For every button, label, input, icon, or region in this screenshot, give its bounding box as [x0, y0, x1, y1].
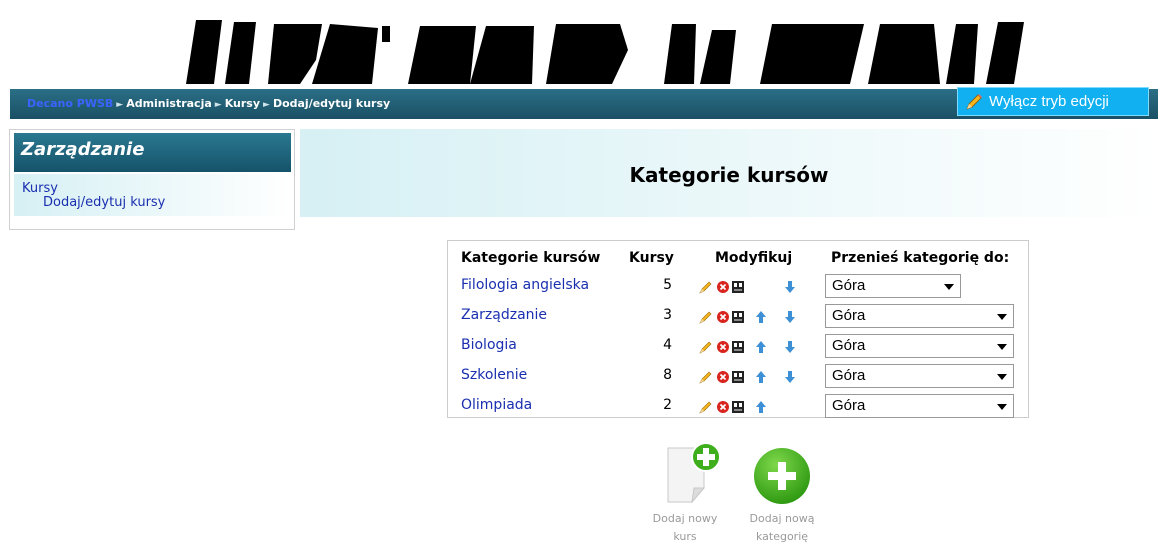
move-category-value: Góra	[832, 337, 866, 354]
move-category-select[interactable]: Góra	[825, 394, 1014, 418]
admin-block-body: Kursy Dodaj/edytuj kursy	[14, 174, 291, 216]
breadcrumb: Decano PWSB ► Administracja ► Kursy ► Dodaj/ed…	[27, 97, 390, 110]
column-header-category: Kategorie kursów	[461, 250, 601, 266]
admin-block-title: Zarządzanie	[21, 139, 145, 160]
table-row: Biologia 4 Góra	[448, 332, 1028, 362]
edit-pencil-icon[interactable]	[699, 340, 713, 354]
hide-icon[interactable]	[731, 340, 745, 354]
table-row: Szkolenie 8 Góra	[448, 362, 1028, 392]
add-course-caption-line1: Dodaj nowy	[652, 512, 718, 525]
add-category-caption[interactable]: Dodaj nową kategorię	[742, 510, 822, 546]
course-count: 8	[663, 367, 672, 383]
admin-block-header: Zarządzanie	[14, 133, 291, 172]
move-down-icon[interactable]	[783, 370, 797, 384]
table-row: Olimpiada 2 Góra	[448, 392, 1028, 422]
sidebar-item-add-edit-courses[interactable]: Dodaj/edytuj kursy	[43, 195, 165, 210]
move-category-select[interactable]: Góra	[825, 364, 1014, 388]
move-up-icon[interactable]	[754, 310, 768, 324]
add-course-caption-line2: kurs	[673, 530, 697, 543]
chevron-down-icon	[997, 314, 1007, 320]
move-down-icon[interactable]	[783, 280, 797, 294]
breadcrumb-item-kursy[interactable]: Kursy	[225, 97, 260, 110]
admin-block: Zarządzanie Kursy Dodaj/edytuj kursy	[9, 129, 295, 230]
breadcrumb-separator: ►	[214, 100, 222, 110]
table-row: Zarządzanie 3 Góra	[448, 302, 1028, 332]
course-count: 5	[663, 277, 672, 293]
sidebar-item-kursy[interactable]: Kursy	[22, 181, 58, 196]
delete-icon[interactable]	[716, 280, 730, 294]
add-category-caption-line2: kategorię	[755, 530, 809, 543]
move-up-icon[interactable]	[754, 400, 768, 414]
edit-pencil-icon[interactable]	[699, 370, 713, 384]
chevron-down-icon	[944, 284, 954, 290]
move-up-icon[interactable]	[754, 340, 768, 354]
move-down-icon[interactable]	[783, 310, 797, 324]
pencil-icon	[966, 93, 982, 110]
breadcrumb-home-link[interactable]: Decano PWSB	[27, 97, 113, 110]
breadcrumb-item-administracja[interactable]: Administracja	[126, 97, 212, 110]
breadcrumb-separator: ►	[263, 100, 270, 110]
turn-off-editing-button[interactable]: Wyłącz tryb edycji	[957, 87, 1149, 116]
hide-icon[interactable]	[731, 280, 745, 294]
add-category-icon[interactable]	[752, 446, 812, 506]
edit-pencil-icon[interactable]	[699, 280, 713, 294]
hide-icon[interactable]	[731, 400, 745, 414]
column-header-move: Przenieś kategorię do:	[831, 250, 1010, 266]
hide-icon[interactable]	[731, 310, 745, 324]
add-course-icon[interactable]	[664, 440, 722, 506]
page-title: Kategorie kursów	[629, 163, 829, 187]
move-category-value: Góra	[832, 307, 866, 324]
delete-icon[interactable]	[716, 310, 730, 324]
turn-off-editing-label: Wyłącz tryb edycji	[989, 93, 1109, 110]
move-category-select[interactable]: Góra	[825, 274, 961, 298]
edit-pencil-icon[interactable]	[699, 310, 713, 324]
move-category-value: Góra	[832, 367, 866, 384]
table-row: Filologia angielska 5 Góra	[448, 272, 1028, 302]
course-count: 2	[663, 397, 672, 413]
category-link[interactable]: Filologia angielska	[461, 277, 589, 293]
move-category-select[interactable]: Góra	[825, 304, 1014, 328]
main-heading-area: Kategorie kursów	[300, 129, 1158, 217]
add-category-caption-line1: Dodaj nową	[749, 512, 815, 525]
edit-pencil-icon[interactable]	[699, 400, 713, 414]
hide-icon[interactable]	[731, 370, 745, 384]
move-down-icon[interactable]	[783, 340, 797, 354]
move-category-value: Góra	[832, 277, 866, 294]
delete-icon[interactable]	[716, 370, 730, 384]
delete-icon[interactable]	[716, 400, 730, 414]
header-banner-silhouettes	[186, 20, 1024, 84]
breadcrumb-separator: ►	[116, 100, 124, 110]
course-count: 3	[663, 307, 672, 323]
delete-icon[interactable]	[716, 340, 730, 354]
chevron-down-icon	[997, 374, 1007, 380]
move-category-value: Góra	[832, 397, 866, 414]
category-link[interactable]: Szkolenie	[461, 367, 527, 383]
move-category-select[interactable]: Góra	[825, 334, 1014, 358]
move-up-icon[interactable]	[754, 370, 768, 384]
add-course-caption[interactable]: Dodaj nowy kurs	[646, 510, 724, 546]
breadcrumb-item-current: Dodaj/edytuj kursy	[272, 97, 391, 110]
column-header-courses: Kursy	[629, 250, 674, 266]
categories-table: Kategorie kursów Kursy Modyfikuj Przenie…	[447, 240, 1029, 418]
category-link[interactable]: Zarządzanie	[461, 307, 547, 323]
column-header-modify: Modyfikuj	[715, 250, 793, 266]
category-link[interactable]: Olimpiada	[461, 397, 532, 413]
navigation-bar: Decano PWSB ► Administracja ► Kursy ► Dodaj/ed…	[10, 87, 1158, 119]
course-count: 4	[663, 337, 672, 353]
chevron-down-icon	[997, 404, 1007, 410]
chevron-down-icon	[997, 344, 1007, 350]
category-link[interactable]: Biologia	[461, 337, 517, 353]
